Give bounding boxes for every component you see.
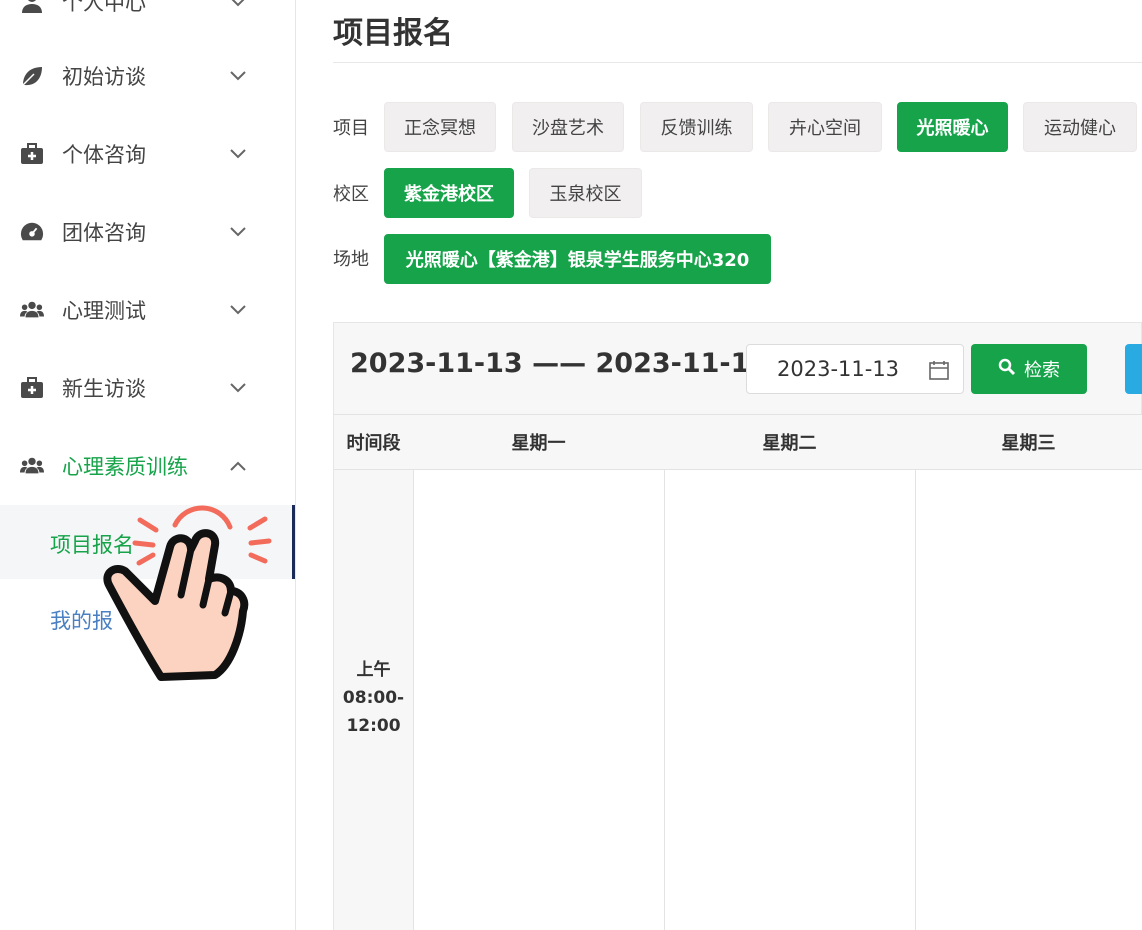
page-title: 项目报名 [333, 16, 453, 51]
project-chip-selected[interactable]: 光照暖心 [897, 102, 1008, 152]
info-button[interactable] [1125, 344, 1142, 394]
chevron-up-icon [228, 456, 248, 476]
date-input-value: 2023-11-13 [777, 357, 900, 381]
sidebar-item-psych-test[interactable]: 心理测试 [0, 282, 295, 338]
sidebar-item-psych-training[interactable]: 心理素质训练 [0, 438, 295, 494]
sidebar-item-group-counseling[interactable]: 团体咨询 [0, 204, 295, 260]
sidebar-item-initial-interview[interactable]: 初始访谈 [0, 48, 295, 104]
project-chip[interactable]: 运动健心 [1023, 102, 1137, 152]
column-header-tuesday: 星期二 [664, 414, 915, 470]
search-button[interactable]: 检索 [971, 344, 1087, 394]
project-filter-label: 项目 [333, 118, 369, 139]
venue-chip-selected[interactable]: 光照暖心【紫金港】银泉学生服务中心320 [384, 234, 771, 284]
time-slot-start: 08:00- [342, 688, 405, 708]
monday-slot-cell[interactable] [413, 470, 664, 930]
active-indicator [292, 505, 295, 579]
tuesday-slot-cell[interactable] [664, 470, 915, 930]
chevron-down-icon [228, 0, 248, 12]
chevron-down-icon [228, 300, 248, 320]
sidebar-item-label: 个体咨询 [62, 143, 146, 167]
date-input[interactable]: 2023-11-13 [746, 344, 964, 394]
chevron-down-icon [228, 378, 248, 398]
chevron-down-icon [228, 222, 248, 242]
project-chip[interactable]: 正念冥想 [384, 102, 496, 152]
column-header-wednesday: 星期三 [915, 414, 1142, 470]
sidebar: 个人中心 初始访谈 个体咨询 团体咨询 心理测试 新生访谈 心理素质训练 项目报… [0, 0, 296, 930]
sidebar-item-freshman-interview[interactable]: 新生访谈 [0, 360, 295, 416]
sidebar-item-label: 初始访谈 [62, 65, 146, 89]
search-button-label: 检索 [1024, 360, 1060, 381]
project-chip[interactable]: 卉心空间 [768, 102, 882, 152]
tap-hand-icon [95, 505, 275, 689]
campus-filter-label: 校区 [333, 184, 369, 205]
venue-filter-label: 场地 [333, 249, 369, 270]
time-slot-end: 12:00 [346, 716, 401, 736]
users-icon [20, 454, 44, 478]
time-slot-label: 上午 08:00- 12:00 [334, 656, 413, 740]
project-chip[interactable]: 反馈训练 [640, 102, 753, 152]
sidebar-item-label: 心理测试 [62, 299, 146, 323]
sidebar-item-label: 新生访谈 [62, 377, 146, 401]
divider [333, 62, 1142, 63]
chevron-down-icon [228, 144, 248, 164]
sidebar-item-label: 团体咨询 [62, 221, 146, 245]
wednesday-slot-cell[interactable] [915, 470, 1142, 930]
time-slot-period: 上午 [356, 660, 391, 680]
column-header-time: 时间段 [334, 414, 413, 470]
project-chip[interactable]: 沙盘艺术 [512, 102, 624, 152]
leaf-icon [20, 64, 44, 88]
dashboard-icon [20, 220, 44, 244]
user-icon [20, 0, 44, 14]
sidebar-item-label: 心理素质训练 [62, 455, 188, 479]
sidebar-item-individual-counseling[interactable]: 个体咨询 [0, 126, 295, 182]
chevron-down-icon [228, 66, 248, 86]
medkit-icon [20, 142, 44, 166]
campus-chip[interactable]: 玉泉校区 [529, 168, 642, 218]
sidebar-item-label: 个人中心 [62, 0, 146, 15]
column-header-monday: 星期一 [413, 414, 664, 470]
date-range-title: 2023-11-13 —— 2023-11-19 [350, 348, 769, 379]
search-icon [998, 358, 1016, 381]
calendar-icon [929, 360, 949, 384]
medkit-icon [20, 376, 44, 400]
sidebar-item-personal-center[interactable]: 个人中心 [0, 0, 295, 30]
campus-chip-selected[interactable]: 紫金港校区 [384, 168, 514, 218]
users-icon [20, 298, 44, 322]
